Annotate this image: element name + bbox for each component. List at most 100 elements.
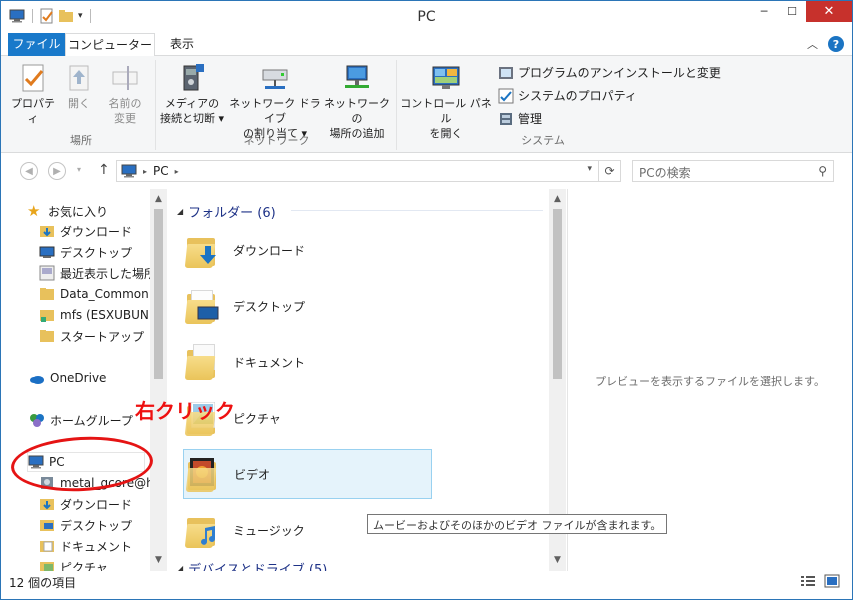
media-connect-button[interactable]: メディアの 接続と切断 ▾ [157,62,227,126]
nav-homegroup[interactable]: ホームグループ [29,410,133,430]
address-dropdown-icon[interactable]: ▾ [587,164,592,174]
properties-button[interactable]: プロパティ [11,62,55,126]
ribbon-tabs: ファイル コンピューター 表示 ︿ ? [1,33,852,57]
address-bar[interactable]: ▸ PC ▸ ▾ ⟳ [116,160,621,182]
ribbon: プロパティ 開く 名前の 変更 場所 メディアの 接続と切断 ▾ ネットワーク ドラ… [1,56,852,153]
search-input[interactable]: PCの検索 ⚲ [632,160,834,182]
nav-pane-scrollbar[interactable]: ▲ ▼ [150,189,167,571]
open-button[interactable]: 開く [59,62,99,111]
recent-locations-icon[interactable]: ▾ [77,165,81,174]
tooltip: ムービーおよびそのほかのビデオ ファイルが含まれます。 [367,514,668,534]
folder-item-videos[interactable]: ビデオ [183,449,432,499]
nav-pc-desktop[interactable]: デスクトップ [39,515,132,535]
programs-icon [499,66,513,79]
pictures-folder-icon [39,559,55,571]
preview-message: プレビューを表示するファイルを選択します。 [595,375,825,388]
collapse-ribbon-icon[interactable]: ︿ [807,36,818,52]
cloud-icon [29,370,45,386]
nav-favorites[interactable]: ★ お気に入り [27,201,108,221]
up-arrow-icon[interactable]: ↑ [98,162,110,178]
shared-folder-icon [39,307,55,323]
rename-icon [112,66,138,90]
network-drive-icon [262,69,288,89]
large-icons-view-icon[interactable] [824,574,840,588]
folder-item-downloads[interactable]: ダウンロード [183,225,433,275]
search-icon[interactable]: ⚲ [818,164,827,178]
system-properties-icon [498,88,514,103]
properties-icon [22,64,44,92]
breadcrumb-pc[interactable]: PC [153,164,169,178]
explorer-window: ▾ PC ─ ☐ ✕ ファイル コンピューター 表示 ︿ ? プロパティ 開く … [0,0,853,600]
nav-fav-recent[interactable]: 最近表示した場所 [39,263,156,283]
nav-fav-desktop[interactable]: デスクトップ [39,242,132,262]
details-view-icon[interactable] [800,574,816,588]
title-bar: ▾ PC ─ ☐ ✕ [1,1,852,33]
system-properties-button[interactable]: システムのプロパティ [498,87,637,104]
tab-computer[interactable]: コンピューター [65,33,155,57]
collapse-icon[interactable]: ◢ [177,564,183,571]
minimize-button[interactable]: ─ [750,1,778,22]
manage-button[interactable]: 管理 [498,110,542,127]
folder-item-desktop[interactable]: デスクトップ [183,281,433,331]
downloads-folder-icon [39,223,55,239]
forward-button[interactable]: ▶ [48,162,66,180]
navigation-bar: ◀ ▶ ▾ ↑ ▸ PC ▸ ▾ ⟳ PCの検索 ⚲ [1,153,852,189]
folder-icon [39,328,55,344]
rename-button[interactable]: 名前の 変更 [103,62,147,126]
breadcrumb-separator[interactable]: ▸ [143,167,147,176]
desktop-icon [39,244,55,260]
nav-onedrive[interactable]: OneDrive [29,368,106,388]
folder-icon [39,286,55,302]
ribbon-group-system: コントロール パネル を開く プログラムのアンインストールと変更 システムのプロパ… [398,60,721,150]
nav-fav-data-common[interactable]: Data_Common [39,284,149,304]
annotation-text: 右クリック [135,399,235,423]
tab-view[interactable]: 表示 [159,33,205,56]
scroll-down-icon[interactable]: ▼ [549,552,566,569]
navigation-pane: ★ お気に入り ダウンロード デスクトップ 最近表示した場所 Data_Comm… [1,189,167,571]
nav-pc-downloads[interactable]: ダウンロード [39,494,132,514]
downloads-folder-icon [39,496,55,512]
window-title: PC [417,9,436,25]
uninstall-programs-button[interactable]: プログラムのアンインストールと変更 [498,64,721,81]
scroll-down-icon[interactable]: ▼ [150,552,167,569]
open-icon [69,65,89,91]
star-icon: ★ [27,202,41,220]
nav-pc-pictures[interactable]: ピクチャ [39,557,108,571]
folder-item-documents[interactable]: ドキュメント [183,337,433,387]
control-panel-button[interactable]: コントロール パネル を開く [398,62,494,141]
pc-icon [121,164,137,178]
refresh-button[interactable]: ⟳ [598,161,620,181]
nav-fav-startup[interactable]: スタートアップ [39,326,144,346]
network-location-icon [345,65,369,88]
ribbon-group-network: メディアの 接続と切断 ▾ ネットワーク ドライブ の割り当て ▾ ネットワークの場… [157,60,397,150]
recent-places-icon [39,265,55,281]
media-device-icon [183,64,204,91]
close-button[interactable]: ✕ [806,1,852,22]
maximize-button[interactable]: ☐ [778,1,806,22]
scroll-up-icon[interactable]: ▲ [549,191,566,208]
group-divider [291,210,543,211]
scroll-thumb[interactable] [553,209,562,379]
add-network-location-button[interactable]: ネットワークの 場所の追加 [323,62,391,141]
nav-fav-mfs[interactable]: mfs (ESXUBUN [39,305,149,325]
help-icon[interactable]: ? [828,36,844,52]
back-button[interactable]: ◀ [20,162,38,180]
collapse-icon[interactable]: ◢ [177,207,183,216]
tab-file[interactable]: ファイル [8,33,65,56]
scroll-up-icon[interactable]: ▲ [150,191,167,208]
breadcrumb-separator[interactable]: ▸ [175,167,179,176]
group-label-network: ネットワーク [243,134,310,147]
nav-fav-downloads[interactable]: ダウンロード [39,221,132,241]
scroll-thumb[interactable] [154,209,163,379]
videos-folder-icon [184,454,220,494]
documents-folder-icon [39,538,55,554]
group-header-devices[interactable]: ◢ デバイスとドライブ (5) [177,559,327,571]
downloads-folder-icon [183,230,219,270]
homegroup-icon [29,412,45,428]
group-label-location: 場所 [70,134,92,147]
music-folder-icon [183,510,219,550]
map-network-drive-button[interactable]: ネットワーク ドライブ の割り当て ▾ [227,62,323,141]
nav-pc-documents[interactable]: ドキュメント [39,536,132,556]
status-bar: 12 個の項目 [1,571,852,599]
group-header-folders[interactable]: ◢ フォルダー (6) [177,202,276,221]
